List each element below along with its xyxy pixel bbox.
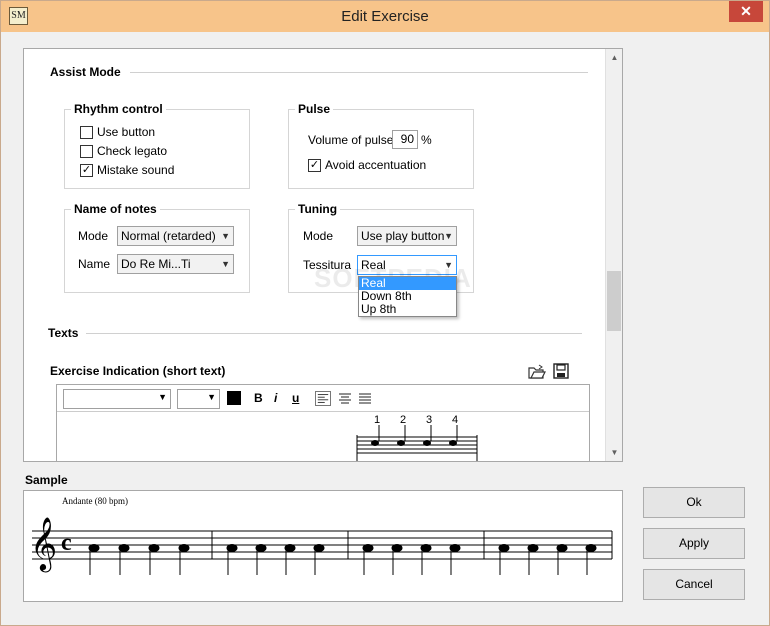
italic-button[interactable]: i (274, 391, 277, 405)
checkbox-box[interactable] (80, 125, 93, 139)
save-icon[interactable] (552, 363, 570, 379)
notes-name-value: Do Re Mi...Ti (121, 257, 191, 271)
justify-icon[interactable] (357, 391, 373, 406)
text-color-swatch[interactable] (227, 391, 241, 405)
use-button-label: Use button (97, 125, 156, 139)
cancel-button[interactable]: Cancel (643, 569, 745, 600)
edit-exercise-window: SM Edit Exercise ✕ Assist Mode Rhythm co… (0, 0, 770, 626)
checkbox-box[interactable] (80, 144, 93, 158)
chevron-down-icon: ▼ (444, 231, 453, 241)
scrollbar-thumb[interactable] (607, 271, 621, 331)
settings-scroll-panel: Assist Mode Rhythm control Use button Ch… (23, 48, 623, 462)
chevron-down-icon: ▼ (158, 392, 167, 402)
bold-button[interactable]: B (254, 391, 263, 405)
chevron-down-icon: ▼ (221, 259, 230, 269)
tessitura-dropdown-list: Real Down 8th Up 8th (358, 276, 457, 317)
dialog-client-area: Assist Mode Rhythm control Use button Ch… (9, 32, 763, 620)
tuning-mode-select[interactable]: Use play button ▼ (357, 226, 457, 246)
tuning-mode-value: Use play button (361, 229, 445, 243)
open-folder-icon[interactable] (528, 364, 546, 380)
mistake-sound-label: Mistake sound (97, 163, 175, 177)
notes-mode-select[interactable]: Normal (retarded) ▼ (117, 226, 234, 246)
check-legato-checkbox[interactable]: Check legato (80, 143, 167, 159)
ok-button[interactable]: Ok (643, 487, 745, 518)
volume-unit: % (421, 133, 432, 147)
scroll-down-arrow-icon[interactable]: ▼ (606, 444, 622, 461)
font-family-select[interactable]: ▼ (63, 389, 171, 409)
pulse-title: Pulse (295, 102, 334, 116)
notes-mode-label: Mode (78, 229, 109, 243)
check-legato-label: Check legato (97, 144, 168, 158)
scroll-up-arrow-icon[interactable]: ▲ (606, 49, 622, 66)
time-signature: c (61, 530, 72, 556)
beat-number-3: 3 (426, 414, 433, 426)
chevron-down-icon: ▼ (207, 392, 216, 402)
volume-of-pulse-label: Volume of pulse (308, 133, 394, 147)
assist-mode-heading: Assist Mode (50, 65, 121, 79)
align-center-icon[interactable] (337, 391, 353, 406)
checkmark-icon[interactable]: ✓ (80, 163, 93, 177)
chevron-down-icon: ▼ (221, 231, 230, 241)
editor-toolbar: ▼ ▼ B i u (57, 385, 589, 412)
tessitura-option-up-8th[interactable]: Up 8th (359, 303, 456, 316)
texts-rule (86, 333, 582, 334)
beat-number-2: 2 (400, 414, 407, 426)
close-button[interactable]: ✕ (729, 1, 763, 22)
title-bar[interactable]: SM Edit Exercise ✕ (1, 1, 769, 32)
notes-name-label: Name (78, 257, 111, 271)
volume-of-pulse-input[interactable]: 90 (392, 130, 418, 149)
beat-number-4: 4 (452, 414, 459, 426)
tuning-title: Tuning (295, 202, 341, 216)
avoid-accentuation-checkbox[interactable]: ✓ Avoid accentuation (308, 157, 426, 173)
treble-clef-icon: 𝄞 (30, 516, 58, 570)
assist-mode-rule (130, 72, 588, 73)
name-of-notes-title: Name of notes (71, 202, 160, 216)
name-of-notes-group: Name of notes (64, 202, 250, 293)
notes-mode-value: Normal (retarded) (121, 229, 216, 243)
sample-staff-preview: Andante (80 bpm) 𝄞 c (23, 490, 623, 602)
avoid-accentuation-label: Avoid accentuation (325, 158, 427, 172)
exercise-indication-editor[interactable]: ▼ ▼ B i u 1 2 3 4 (56, 384, 590, 461)
vertical-scrollbar[interactable]: ▲ ▼ (605, 49, 622, 461)
font-size-select[interactable]: ▼ (177, 389, 220, 409)
exercise-indication-label: Exercise Indication (short text) (50, 364, 226, 378)
sample-staff (32, 530, 613, 575)
tuning-mode-label: Mode (303, 229, 334, 243)
texts-heading: Texts (48, 326, 79, 340)
apply-button[interactable]: Apply (643, 528, 745, 559)
editor-notation-snippet (356, 425, 478, 461)
sample-label: Sample (25, 473, 68, 487)
notes-name-select[interactable]: Do Re Mi...Ti ▼ (117, 254, 234, 274)
window-title: Edit Exercise (341, 8, 429, 25)
underline-button[interactable]: u (292, 391, 299, 405)
checkmark-icon[interactable]: ✓ (308, 158, 321, 172)
pulse-group: Pulse (288, 102, 474, 189)
use-button-checkbox[interactable]: Use button (80, 124, 155, 140)
beat-number-1: 1 (374, 414, 381, 426)
mistake-sound-checkbox[interactable]: ✓ Mistake sound (80, 162, 174, 178)
align-left-icon[interactable] (315, 391, 331, 406)
rhythm-control-title: Rhythm control (71, 102, 166, 116)
